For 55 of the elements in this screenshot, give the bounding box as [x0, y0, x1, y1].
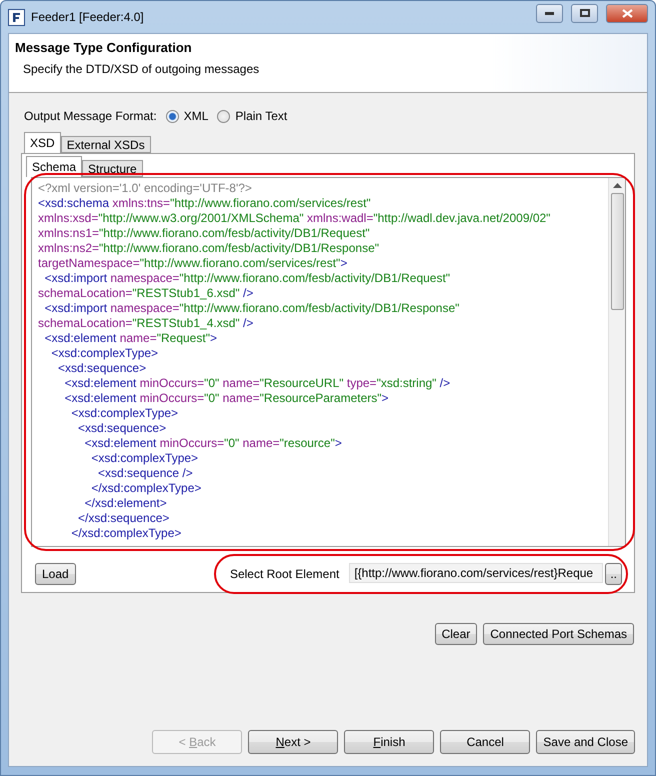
code-line: schemaLocation="RESTStub1_4.xsd" />	[38, 316, 254, 331]
load-button[interactable]: Load	[35, 563, 76, 585]
window-title: Feeder1 [Feeder:4.0]	[31, 10, 145, 24]
root-element-label: Select Root Element	[230, 567, 340, 581]
code-line: <?xml version='1.0' encoding='UTF-8'?>	[38, 181, 253, 196]
nav-button[interactable]: Finish	[344, 730, 434, 754]
scroll-thumb[interactable]	[610, 193, 624, 310]
code-line: <xsd:element minOccurs="0" name="ResourceParameters">	[64, 391, 390, 406]
tab[interactable]: Schema	[26, 156, 82, 177]
minimize-icon	[545, 12, 554, 14]
close-icon	[622, 8, 632, 18]
code-line: xmlns:ns1="http://www.fiorano.com/fesb/activity/DB1/Request"	[38, 226, 371, 241]
code-line: xmlns:xsd="http://www.w3.org/2001/XMLSchema" xmlns:wadl="http://wadl.dev.java.net/2009/02"	[38, 211, 552, 226]
code-line: xmlns:ns2="http://www.fiorano.com/fesb/activity/DB1/Response"	[38, 241, 380, 256]
code-line: <xsd:complexType>	[50, 346, 160, 361]
page-title: Message Type Configuration	[15, 40, 193, 55]
page-subtitle: Specify the DTD/XSD of outgoing messages	[23, 62, 260, 76]
code-line: </xsd:sequence>	[77, 511, 170, 526]
code-line: <xsd:element minOccurs="0" name="ResourceURL" type="xsd:string" />	[64, 376, 452, 391]
code-line: <xsd:element minOccurs="0" name="resource">	[84, 436, 343, 451]
nav-button[interactable]: Next >	[248, 730, 338, 754]
schema-button[interactable]: Clear	[434, 623, 478, 645]
tab[interactable]: External XSDs	[60, 136, 151, 153]
code-line: </xsd:element>	[84, 496, 168, 511]
code-line: schemaLocation="RESTStub1_6.xsd" />	[38, 286, 254, 301]
code-line: <xsd:schema xmlns:tns="http://www.fiorano.com/services/rest"	[38, 196, 372, 211]
code-line: <xsd:import namespace="http://www.fiorano.com/fesb/activity/DB1/Request"	[44, 271, 452, 286]
code-line: <xsd:sequence />	[97, 466, 194, 481]
code-line: </xsd:complexType>	[70, 526, 182, 541]
app-icon	[8, 8, 25, 26]
scrollbar[interactable]	[608, 178, 625, 546]
code-line: <xsd:element name="Request">	[44, 331, 218, 346]
radio-button[interactable]	[166, 110, 179, 122]
browse-button[interactable]: ..	[605, 563, 622, 585]
code-line: <xsd:complexType>	[70, 406, 180, 421]
tab[interactable]: XSD	[24, 132, 61, 153]
maximize-icon	[580, 9, 590, 17]
code-line: <xsd:sequence>	[57, 361, 148, 376]
code-line: <xsd:complexType>	[90, 451, 200, 466]
root-element-field[interactable]: [{http://www.fiorano.com/services/rest}Reque	[349, 563, 604, 583]
format-label: Output Message Format:	[24, 109, 157, 123]
radio-label[interactable]: XML	[184, 109, 208, 123]
nav-button[interactable]: Cancel	[440, 730, 530, 754]
nav-button[interactable]: Save and Close	[536, 730, 635, 754]
code-line: <xsd:import namespace="http://www.fiorano.com/fesb/activity/DB1/Response"	[44, 301, 460, 316]
close-button[interactable]	[606, 4, 648, 22]
code-line: </xsd:complexType>	[90, 481, 202, 496]
code-line: targetNamespace="http://www.fiorano.com/services/rest">	[38, 256, 348, 271]
radio-label[interactable]: Plain Text	[235, 109, 288, 123]
schema-button[interactable]: Connected Port Schemas	[483, 623, 634, 645]
radio-button[interactable]	[217, 110, 230, 122]
scroll-up-icon[interactable]	[612, 183, 622, 189]
code-line: <xsd:sequence>	[77, 421, 168, 436]
maximize-button[interactable]	[571, 4, 598, 22]
minimize-button[interactable]	[536, 4, 563, 22]
